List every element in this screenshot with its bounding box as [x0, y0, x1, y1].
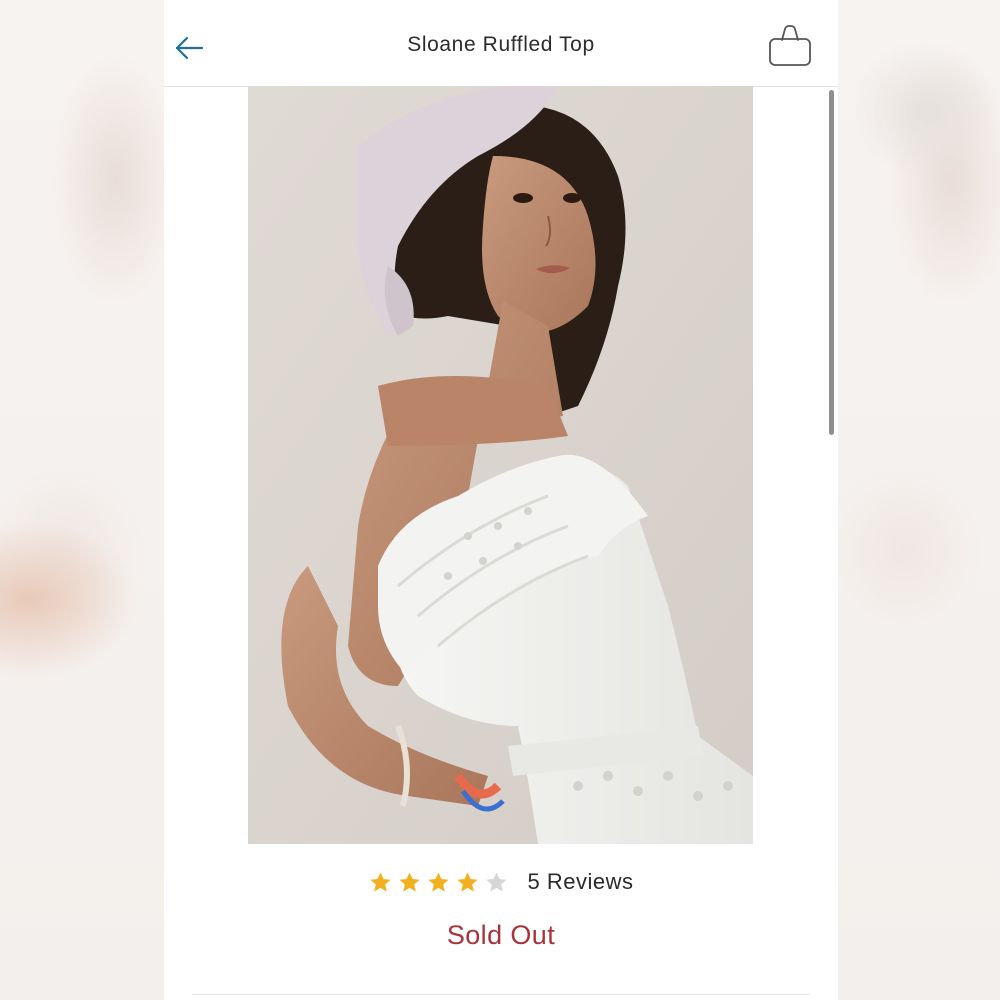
blurred-background-right — [838, 0, 1000, 1000]
blurred-background-left — [0, 0, 164, 1000]
star-filled-icon — [456, 871, 478, 892]
product-photo — [248, 86, 753, 844]
availability-status: Sold Out — [446, 920, 556, 950]
star-filled-icon — [398, 871, 420, 892]
app-screen: Sloane Ruffled Top 5 Reviews Sold Out — [164, 0, 838, 1000]
product-image[interactable] — [248, 86, 753, 844]
reviews-link[interactable]: 5 Reviews — [528, 869, 634, 895]
shopping-bag-button[interactable] — [766, 22, 814, 68]
page-title: Sloane Ruffled Top — [407, 33, 595, 56]
scrollbar[interactable] — [829, 90, 834, 435]
star-empty-icon — [485, 871, 507, 892]
star-rating — [369, 871, 508, 894]
divider — [192, 994, 810, 995]
shopping-bag-icon — [769, 25, 811, 66]
star-filled-icon — [427, 871, 449, 892]
rating-row: 5 Reviews — [164, 862, 838, 902]
navigation-bar: Sloane Ruffled Top — [164, 0, 838, 87]
star-filled-icon — [369, 871, 391, 892]
